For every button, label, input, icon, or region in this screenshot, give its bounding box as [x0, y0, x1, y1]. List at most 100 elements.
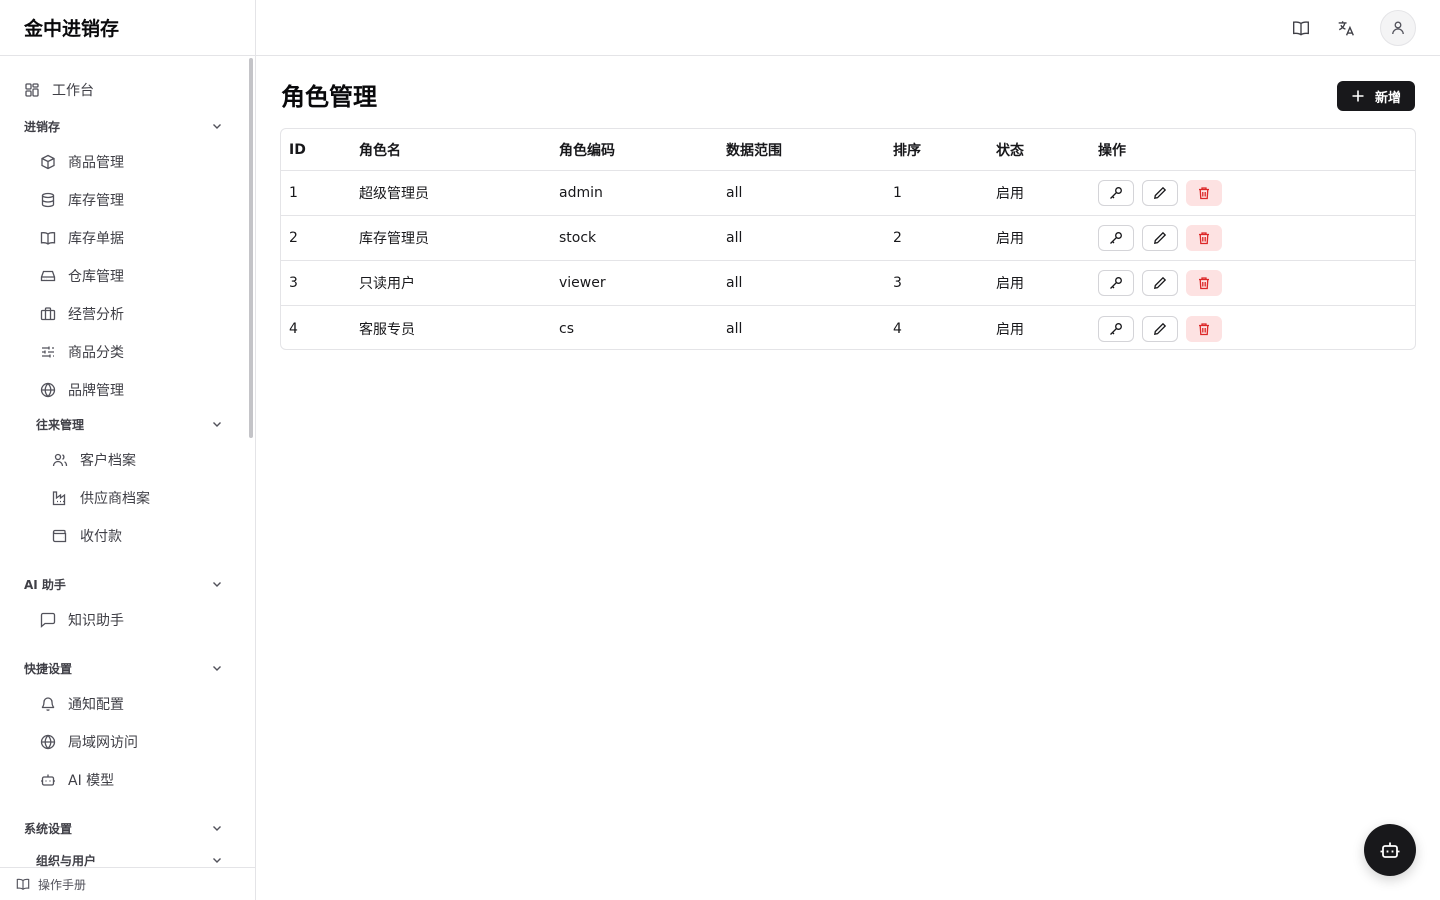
add-role-button[interactable]: 新增 [1337, 81, 1415, 111]
edit-button[interactable] [1142, 315, 1178, 342]
sidebar-item-products[interactable]: 商品管理 [40, 146, 124, 178]
app-brand: 金中进销存 [0, 0, 255, 56]
table-row: 2 库存管理员 stock all 2 启用 [281, 216, 1415, 261]
group-label: 系统设置 [24, 821, 73, 836]
group-label: 进销存 [24, 119, 61, 134]
key-icon [1110, 322, 1122, 335]
cell-sort: 1 [893, 185, 902, 201]
dashboard-grid-icon [25, 83, 39, 97]
cell-data-scope: all [726, 185, 743, 201]
column-header-id[interactable]: ID [289, 129, 306, 170]
sidebar-item-ai-model[interactable]: AI 模型 [40, 764, 114, 796]
delete-button[interactable] [1186, 315, 1222, 342]
sidebar-group-contacts[interactable]: 往来管理 [36, 412, 224, 436]
row-actions [1098, 216, 1222, 260]
column-header-status[interactable]: 状态 [996, 129, 1024, 170]
user-avatar[interactable] [1380, 10, 1416, 46]
sidebar-item-brand[interactable]: 品牌管理 [40, 374, 124, 406]
sidebar-item-customers[interactable]: 客户档案 [52, 444, 136, 476]
table-row: 1 超级管理员 admin all 1 启用 [281, 171, 1415, 216]
permissions-button[interactable] [1098, 270, 1134, 296]
edit-button[interactable] [1142, 270, 1178, 296]
cell-sort: 2 [893, 230, 902, 246]
sidebar-group-system[interactable]: 系统设置 [24, 816, 224, 840]
sidebar-group-inventory[interactable]: 进销存 [24, 114, 224, 138]
sidebar-item-analysis[interactable]: 经营分析 [40, 298, 124, 330]
sidebar-item-label: 商品管理 [68, 155, 124, 171]
cell-id: 2 [289, 230, 298, 246]
cell-id: 4 [289, 320, 298, 337]
sidebar-item-label: 供应商档案 [80, 491, 150, 507]
sidebar-item-label: 客户档案 [80, 453, 136, 469]
docs-button[interactable] [1285, 12, 1317, 44]
column-header-data-scope[interactable]: 数据范围 [726, 129, 782, 170]
row-actions [1098, 261, 1222, 305]
sidebar-nav: 工作台 进销存 商品管理 库存管理 库存单据 仓库管理 经营分析 商品分类 品牌… [0, 56, 255, 867]
column-header-sort[interactable]: 排序 [893, 129, 921, 170]
chevron-down-icon [213, 124, 221, 129]
delete-button[interactable] [1186, 180, 1222, 206]
sidebar-item-suppliers[interactable]: 供应商档案 [52, 482, 150, 514]
group-label: AI 助手 [24, 577, 66, 592]
manual-label: 操作手册 [38, 877, 87, 892]
pencil-icon [1153, 322, 1167, 335]
bot-icon [41, 774, 55, 786]
book-open-icon [16, 878, 30, 890]
trash-icon [1199, 322, 1209, 335]
delete-button[interactable] [1186, 270, 1222, 296]
delete-button[interactable] [1186, 225, 1222, 251]
sliders-icon [42, 346, 54, 358]
sidebar-scrollbar[interactable] [249, 58, 253, 438]
sidebar-item-workbench[interactable]: 工作台 [24, 74, 94, 106]
column-header-actions: 操作 [1098, 142, 1126, 159]
edit-button[interactable] [1142, 180, 1178, 206]
sidebar-item-notify[interactable]: 通知配置 [40, 688, 124, 720]
sidebar-group-ai[interactable]: AI 助手 [24, 572, 224, 596]
permissions-button[interactable] [1098, 180, 1134, 206]
pencil-icon [1153, 186, 1167, 200]
sidebar-item-label: AI 模型 [68, 773, 115, 789]
user-icon [1392, 21, 1404, 35]
group-label: 快捷设置 [24, 661, 73, 676]
pencil-icon [1153, 276, 1167, 290]
message-square-icon [40, 612, 56, 628]
sidebar-item-knowledge[interactable]: 知识助手 [40, 604, 124, 636]
sidebar-item-warehouse[interactable]: 仓库管理 [40, 260, 124, 292]
sidebar-item-lan[interactable]: 局域网访问 [40, 726, 138, 758]
column-header-role-name[interactable]: 角色名 [359, 129, 401, 170]
cell-sort: 3 [893, 275, 902, 291]
cell-role-code: stock [559, 230, 597, 246]
cell-role-name: 库存管理员 [359, 231, 429, 247]
cell-role-name: 客服专员 [359, 321, 415, 338]
sidebar-group-org[interactable]: 组织与用户 [36, 848, 224, 867]
cell-id: 3 [289, 275, 298, 291]
language-button[interactable] [1330, 12, 1362, 44]
chevron-down-icon [213, 826, 221, 831]
sidebar-item-payments[interactable]: 收付款 [52, 520, 122, 552]
book-open-icon [40, 232, 56, 245]
page-title: 角色管理 [281, 83, 377, 111]
package-icon [41, 154, 55, 170]
cell-data-scope: all [726, 275, 743, 291]
top-header [256, 0, 1440, 56]
roles-table: ID 角色名 角色编码 数据范围 排序 状态 操作 1 超级管理员 admin … [280, 128, 1416, 350]
sidebar-item-documents[interactable]: 库存单据 [40, 222, 124, 254]
sidebar-group-shortcuts[interactable]: 快捷设置 [24, 656, 224, 680]
ai-assistant-button[interactable] [1364, 824, 1416, 876]
chevron-down-icon [213, 582, 221, 587]
sidebar-item-category[interactable]: 商品分类 [40, 336, 124, 368]
plus-icon [1352, 90, 1364, 102]
globe-icon [40, 382, 56, 398]
sidebar-item-stock[interactable]: 库存管理 [40, 184, 124, 216]
column-header-role-code[interactable]: 角色编码 [559, 129, 615, 170]
sidebar-item-label: 工作台 [52, 83, 94, 99]
sidebar-item-label: 库存单据 [68, 231, 124, 247]
manual-link[interactable]: 操作手册 [0, 867, 255, 900]
group-label: 组织与用户 [36, 853, 97, 868]
permissions-button[interactable] [1098, 315, 1134, 342]
row-actions [1098, 306, 1222, 349]
permissions-button[interactable] [1098, 225, 1134, 251]
sidebar-item-label: 收付款 [80, 529, 122, 545]
key-icon [1110, 277, 1122, 289]
edit-button[interactable] [1142, 225, 1178, 251]
